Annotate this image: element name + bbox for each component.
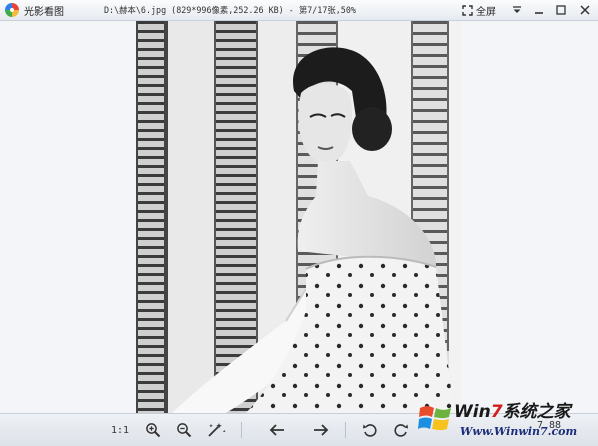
file-info: D:\赫本\6.jpg (829*996像素,252.26 KB) - 第7/1… (104, 5, 356, 15)
toolbar-divider (345, 422, 346, 438)
windows-logo-icon (418, 406, 451, 431)
fullscreen-button[interactable]: 全屏 (462, 2, 496, 18)
fullscreen-icon (462, 4, 473, 16)
site-watermark: Win7系统之家 Www.Winwin7.com (416, 395, 598, 445)
watermark-brand-prefix: Win (454, 402, 491, 422)
zoom-in-button[interactable] (143, 420, 163, 440)
rotate-left-button[interactable] (360, 420, 380, 440)
toolbar-divider (241, 422, 242, 438)
watermark-url: Www.Winwin7.com (460, 425, 578, 438)
magic-wand-icon (208, 423, 226, 437)
auto-enhance-button[interactable] (204, 420, 230, 440)
image-viewer-area[interactable] (0, 21, 598, 413)
title-bar: 光影看图 D:\赫本\6.jpg (829*996像素,252.26 KB) -… (0, 0, 598, 21)
portrait-photo-drawing (136, 21, 462, 413)
portrait-photo (136, 21, 462, 413)
previous-image-button[interactable] (266, 420, 288, 440)
actual-size-button[interactable]: 1:1 (108, 420, 132, 440)
watermark-brand-seven: 7 (490, 402, 503, 422)
app-name: 光影看图 (24, 7, 64, 18)
zoom-out-icon (177, 423, 192, 438)
previous-arrow-icon (269, 424, 284, 436)
minimize-icon (535, 12, 543, 14)
maximize-button[interactable] (550, 2, 572, 18)
maximize-icon (556, 5, 566, 15)
dropdown-icon (513, 6, 521, 13)
next-image-button[interactable] (310, 420, 332, 440)
rotate-right-button[interactable] (392, 420, 410, 440)
minimize-button[interactable] (528, 2, 550, 18)
next-arrow-icon (314, 424, 329, 436)
menu-dropdown-button[interactable] (506, 2, 528, 18)
zoom-out-button[interactable] (174, 420, 194, 440)
watermark-brand: Win7系统之家 (454, 397, 571, 422)
close-button[interactable] (574, 2, 596, 18)
rotate-right-icon (394, 424, 408, 437)
app-logo-icon (5, 3, 19, 17)
zoom-in-icon (146, 423, 161, 438)
close-icon (580, 5, 590, 15)
watermark-brand-suffix: 系统之家 (502, 402, 571, 422)
fullscreen-label: 全屏 (476, 6, 496, 18)
rotate-left-icon (363, 424, 377, 437)
